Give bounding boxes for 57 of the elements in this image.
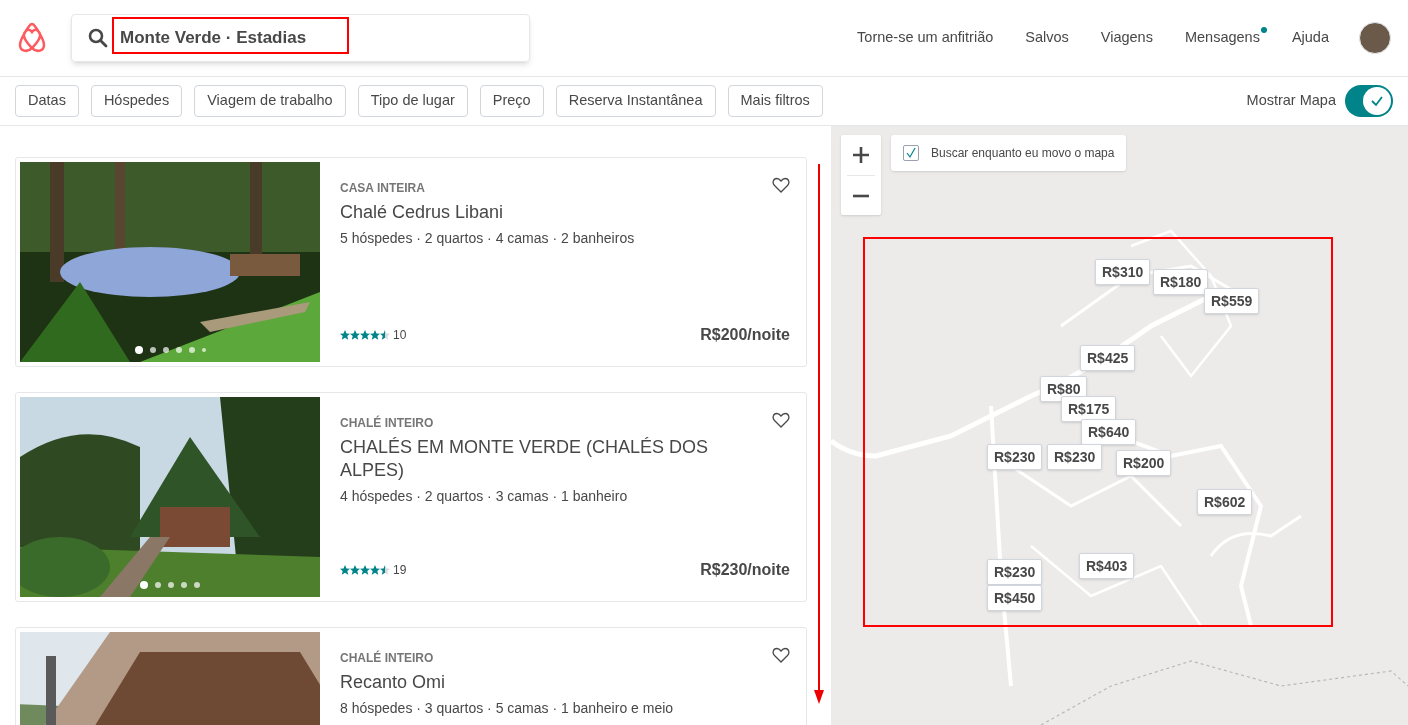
listing-details: 5 hóspedes · 2 quartos · 4 camas · 2 banheiros	[340, 229, 636, 248]
logo-icon[interactable]	[17, 22, 47, 54]
listing-card[interactable]: CHALÉ INTEIRO Recanto Omi 8 hóspedes · 3 quartos · 5 camas · 1 banheiro e meio	[15, 627, 807, 725]
checkbox[interactable]	[903, 145, 919, 161]
filter-button[interactable]: Tipo de lugar	[357, 85, 468, 117]
filter-button[interactable]: Preço	[479, 85, 544, 117]
price-marker[interactable]: R$180	[1153, 269, 1209, 295]
nav-link[interactable]: Mensagens	[1184, 27, 1260, 49]
price-marker[interactable]: R$230	[987, 444, 1043, 470]
review-count: 19	[393, 562, 407, 579]
listing-type: CASA INTEIRA	[340, 180, 425, 197]
check-icon	[1370, 94, 1384, 108]
avatar[interactable]	[1359, 22, 1391, 54]
minus-icon	[852, 193, 870, 198]
price-marker[interactable]: R$559	[1204, 288, 1260, 314]
listing-card[interactable]: CHALÉ INTEIRO CHALÉS EM MONTE VERDE (CHALÉS DOS ALPES) 4 hóspedes · 2 quartos · 3 camas · 1 banheiro 19 R$230/noite	[15, 392, 807, 602]
price-marker[interactable]: R$230	[987, 559, 1043, 585]
filter-button[interactable]: Mais filtros	[727, 85, 823, 117]
listing-type: CHALÉ INTEIRO	[340, 649, 434, 667]
heart-icon[interactable]	[772, 176, 790, 194]
nav-link[interactable]: Ajuda	[1291, 27, 1329, 49]
filter-button[interactable]: Datas	[15, 85, 79, 117]
check-icon	[905, 147, 917, 159]
listing-details: 4 hóspedes · 2 quartos · 3 camas · 1 banheiro	[340, 487, 629, 506]
filter-button[interactable]: Hóspedes	[90, 85, 183, 117]
listing-card[interactable]: CASA INTEIRA Chalé Cedrus Libani 5 hóspedes · 2 quartos · 4 camas · 2 banheiros 10 R$200/noite	[15, 157, 807, 367]
price-marker[interactable]: R$310	[1095, 259, 1151, 285]
price-marker[interactable]: R$425	[1080, 345, 1136, 371]
price-marker[interactable]: R$175	[1061, 396, 1117, 422]
price-marker[interactable]: R$450	[987, 585, 1043, 611]
price-marker[interactable]: R$403	[1079, 553, 1135, 579]
listing-details: 8 hóspedes · 3 quartos · 5 camas · 1 banheiro e meio	[340, 699, 675, 718]
price-marker[interactable]: R$602	[1197, 489, 1253, 515]
listing-title[interactable]: Chalé Cedrus Libani	[340, 201, 790, 224]
listing-price: R$200/noite	[700, 325, 790, 345]
search-field[interactable]: Monte Verde · Estadias	[71, 14, 530, 62]
listing-title[interactable]: Recanto Omi	[340, 671, 790, 694]
listing-price: R$230/noite	[700, 560, 790, 580]
review-count: 10	[393, 327, 407, 344]
heart-icon[interactable]	[772, 411, 790, 429]
price-marker[interactable]: R$200	[1116, 450, 1172, 476]
heart-icon[interactable]	[772, 646, 790, 664]
nav-link[interactable]: Torne-se um anfitrião	[857, 27, 994, 49]
plus-icon	[852, 146, 870, 164]
filter-button[interactable]: Viagem de trabalho	[194, 85, 346, 117]
price-marker[interactable]: R$640	[1081, 419, 1137, 445]
search-input: Monte Verde · Estadias	[120, 25, 460, 51]
map-toggle[interactable]	[1345, 85, 1393, 117]
filter-button[interactable]: Reserva Instantânea	[555, 85, 716, 117]
search-icon	[88, 28, 108, 48]
listing-title[interactable]: CHALÉS EM MONTE VERDE (CHALÉS DOS ALPES)	[340, 436, 790, 482]
listing-type: CHALÉ INTEIRO	[340, 414, 434, 432]
price-marker[interactable]: R$230	[1047, 444, 1103, 470]
nav-link[interactable]: Salvos	[1025, 27, 1069, 49]
checkbox-label: Buscar enquanto eu movo o mapa	[931, 145, 1115, 162]
nav-link[interactable]: Viagens	[1100, 27, 1153, 49]
toggle-label: Mostrar Mapa	[1246, 91, 1336, 111]
